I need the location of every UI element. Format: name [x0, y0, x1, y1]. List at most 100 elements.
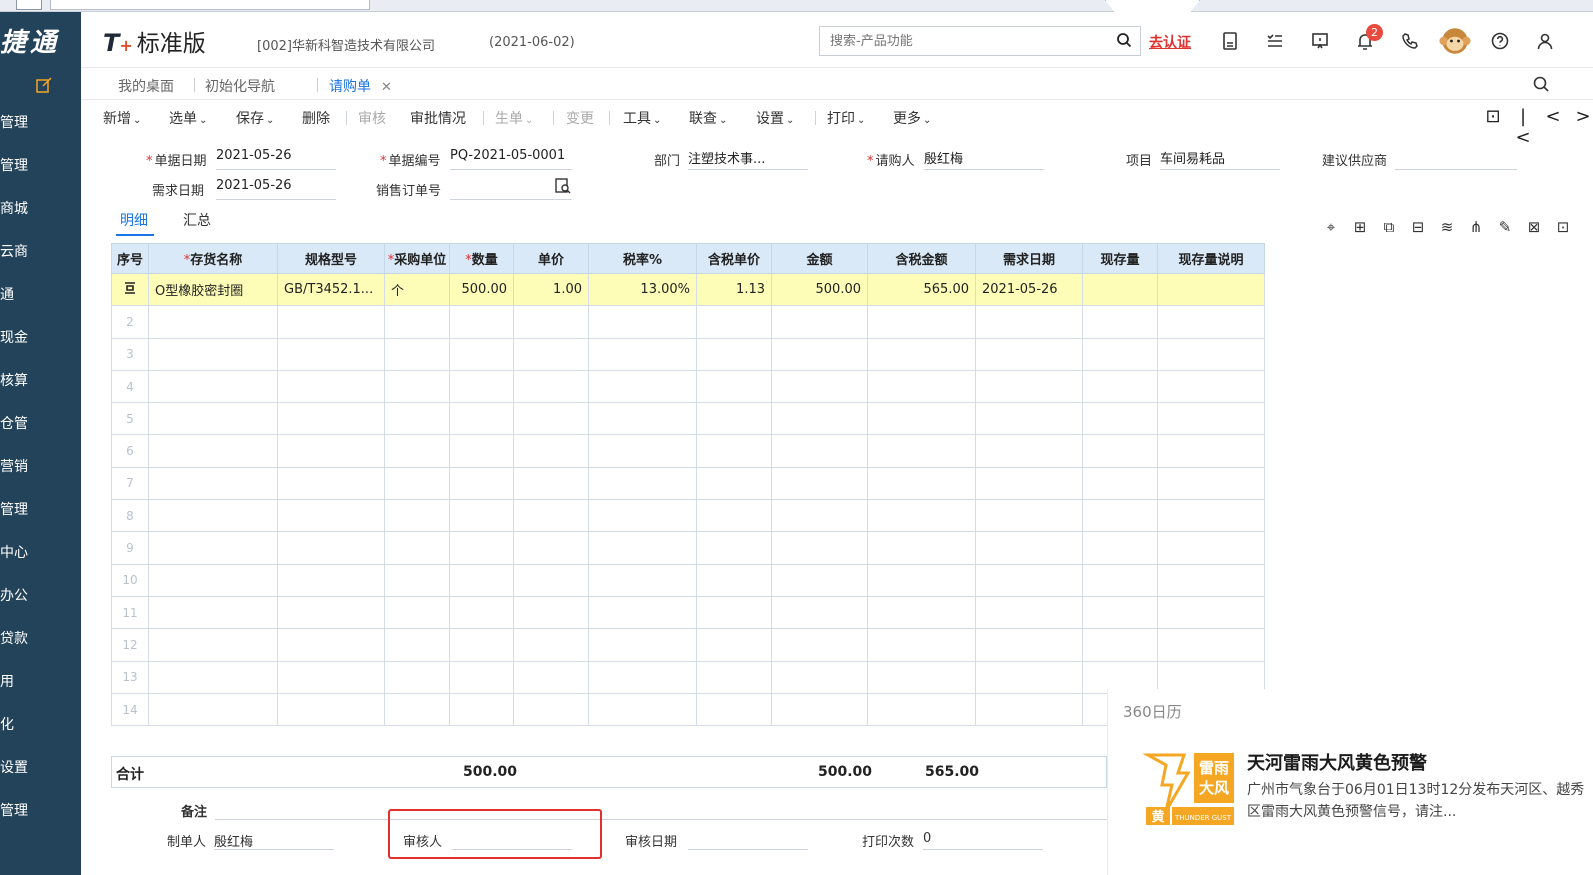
table-cell[interactable] [277, 531, 385, 565]
table-cell[interactable] [384, 563, 450, 597]
table-cell[interactable] [449, 466, 514, 501]
requester-field[interactable]: 殷红梅 [924, 148, 1044, 170]
sidebar-item[interactable]: 中心 [0, 532, 81, 575]
table-row[interactable]: 8 [111, 499, 1265, 533]
close-icon[interactable]: ✕ [381, 80, 392, 95]
table-cell[interactable] [148, 692, 278, 727]
table-cell[interactable] [696, 337, 772, 371]
table-row[interactable]: 5 [111, 402, 1265, 436]
table-cell[interactable] [867, 369, 976, 404]
table-cell[interactable] [771, 595, 868, 630]
table-cell[interactable] [975, 692, 1083, 727]
table-cell[interactable] [771, 628, 868, 662]
table-cell[interactable] [696, 369, 772, 404]
table-cell[interactable] [148, 369, 278, 404]
table-cell[interactable] [148, 660, 278, 694]
monkey-avatar-icon[interactable] [1432, 26, 1477, 56]
sidebar-item[interactable]: 贷款 [0, 618, 81, 661]
table-cell[interactable] [771, 563, 868, 597]
table-cell[interactable] [1082, 369, 1158, 404]
table-cell[interactable] [771, 337, 868, 371]
table-cell[interactable] [449, 337, 514, 371]
table-cell[interactable] [867, 434, 976, 468]
search-icon[interactable] [1531, 74, 1551, 94]
table-cell[interactable] [1157, 369, 1265, 404]
table-cell[interactable] [771, 531, 868, 565]
table-cell[interactable] [588, 402, 697, 436]
table-cell[interactable]: 500.00 [449, 272, 514, 307]
settings-button[interactable]: 设置 ⌄ [756, 108, 794, 128]
column-header[interactable]: 需求日期 [975, 243, 1083, 274]
table-cell[interactable]: 13.00% [588, 272, 697, 307]
table-cell[interactable] [588, 434, 697, 468]
table-cell[interactable] [771, 402, 868, 436]
change-button[interactable]: 变更 [566, 108, 594, 128]
table-cell[interactable] [1082, 499, 1158, 533]
table-cell[interactable] [1157, 628, 1265, 662]
table-cell[interactable]: 500.00 [771, 272, 868, 307]
table-cell[interactable] [588, 595, 697, 630]
table-cell[interactable] [696, 499, 772, 533]
column-settings-icon[interactable]: ⊠ [1525, 218, 1543, 236]
table-cell[interactable]: 3 [111, 337, 149, 371]
table-cell[interactable] [277, 499, 385, 533]
table-cell[interactable] [696, 305, 772, 339]
tools-button[interactable]: 工具 ⌄ [623, 108, 661, 128]
table-cell[interactable]: 8 [111, 499, 149, 533]
split-row-icon[interactable]: ⋔ [1467, 218, 1485, 236]
sidebar-item[interactable]: 用 [0, 661, 81, 704]
sidebar-item[interactable]: 化 [0, 704, 81, 747]
table-cell[interactable] [975, 402, 1083, 436]
table-cell[interactable] [513, 369, 589, 404]
sidebar-item[interactable]: 办公 [0, 575, 81, 618]
table-cell[interactable] [277, 466, 385, 501]
table-cell[interactable] [384, 466, 450, 501]
table-cell[interactable] [148, 563, 278, 597]
table-cell[interactable]: 2 [111, 305, 149, 339]
table-cell[interactable] [867, 402, 976, 436]
table-cell[interactable] [588, 337, 697, 371]
table-cell[interactable]: 6 [111, 434, 149, 468]
column-header[interactable]: 含税单价 [696, 243, 772, 274]
column-header[interactable]: *存货名称 [148, 243, 278, 274]
table-cell[interactable] [771, 434, 868, 468]
table-cell[interactable]: 9 [111, 531, 149, 565]
table-cell[interactable] [771, 499, 868, 533]
table-cell[interactable]: 13 [111, 660, 149, 694]
calendar-notification[interactable]: 360日历 雷雨 大风 黄 THUNDER GUST 天河雷雨大风黄色预警 广州… [1107, 689, 1593, 875]
table-row[interactable]: 6 [111, 434, 1265, 468]
table-cell[interactable]: O型橡胶密封圈 [148, 272, 278, 307]
tab-detail[interactable]: 明细 [116, 210, 154, 236]
table-cell[interactable] [449, 305, 514, 339]
table-cell[interactable] [384, 369, 450, 404]
first-record-icon[interactable]: |< [1513, 106, 1533, 148]
table-cell[interactable] [449, 595, 514, 630]
search-icon[interactable] [1116, 32, 1132, 48]
column-header[interactable]: 单价 [513, 243, 589, 274]
table-cell[interactable] [588, 369, 697, 404]
table-cell[interactable] [148, 595, 278, 630]
table-cell[interactable] [1082, 563, 1158, 597]
table-cell[interactable] [384, 692, 450, 727]
copy-row-icon[interactable]: ⧉ [1380, 218, 1398, 236]
table-cell[interactable] [696, 402, 772, 436]
table-cell[interactable] [384, 660, 450, 694]
dept-field[interactable]: 注塑技术事... [688, 148, 808, 170]
edit-row-icon[interactable]: ✎ [1496, 218, 1514, 236]
table-cell[interactable] [449, 499, 514, 533]
table-cell[interactable] [696, 595, 772, 630]
table-cell[interactable] [975, 531, 1083, 565]
table-cell[interactable] [148, 628, 278, 662]
table-cell[interactable] [867, 595, 976, 630]
table-cell[interactable] [975, 660, 1083, 694]
table-cell[interactable] [384, 434, 450, 468]
user-icon[interactable] [1522, 26, 1567, 56]
search-input[interactable] [820, 27, 1100, 55]
table-cell[interactable] [384, 402, 450, 436]
table-cell[interactable] [696, 434, 772, 468]
table-cell[interactable] [867, 305, 976, 339]
table-cell[interactable]: 2021-05-26 [975, 272, 1083, 307]
table-cell[interactable] [975, 595, 1083, 630]
need-date-field[interactable]: 2021-05-26 [216, 178, 336, 200]
table-cell[interactable] [975, 305, 1083, 339]
